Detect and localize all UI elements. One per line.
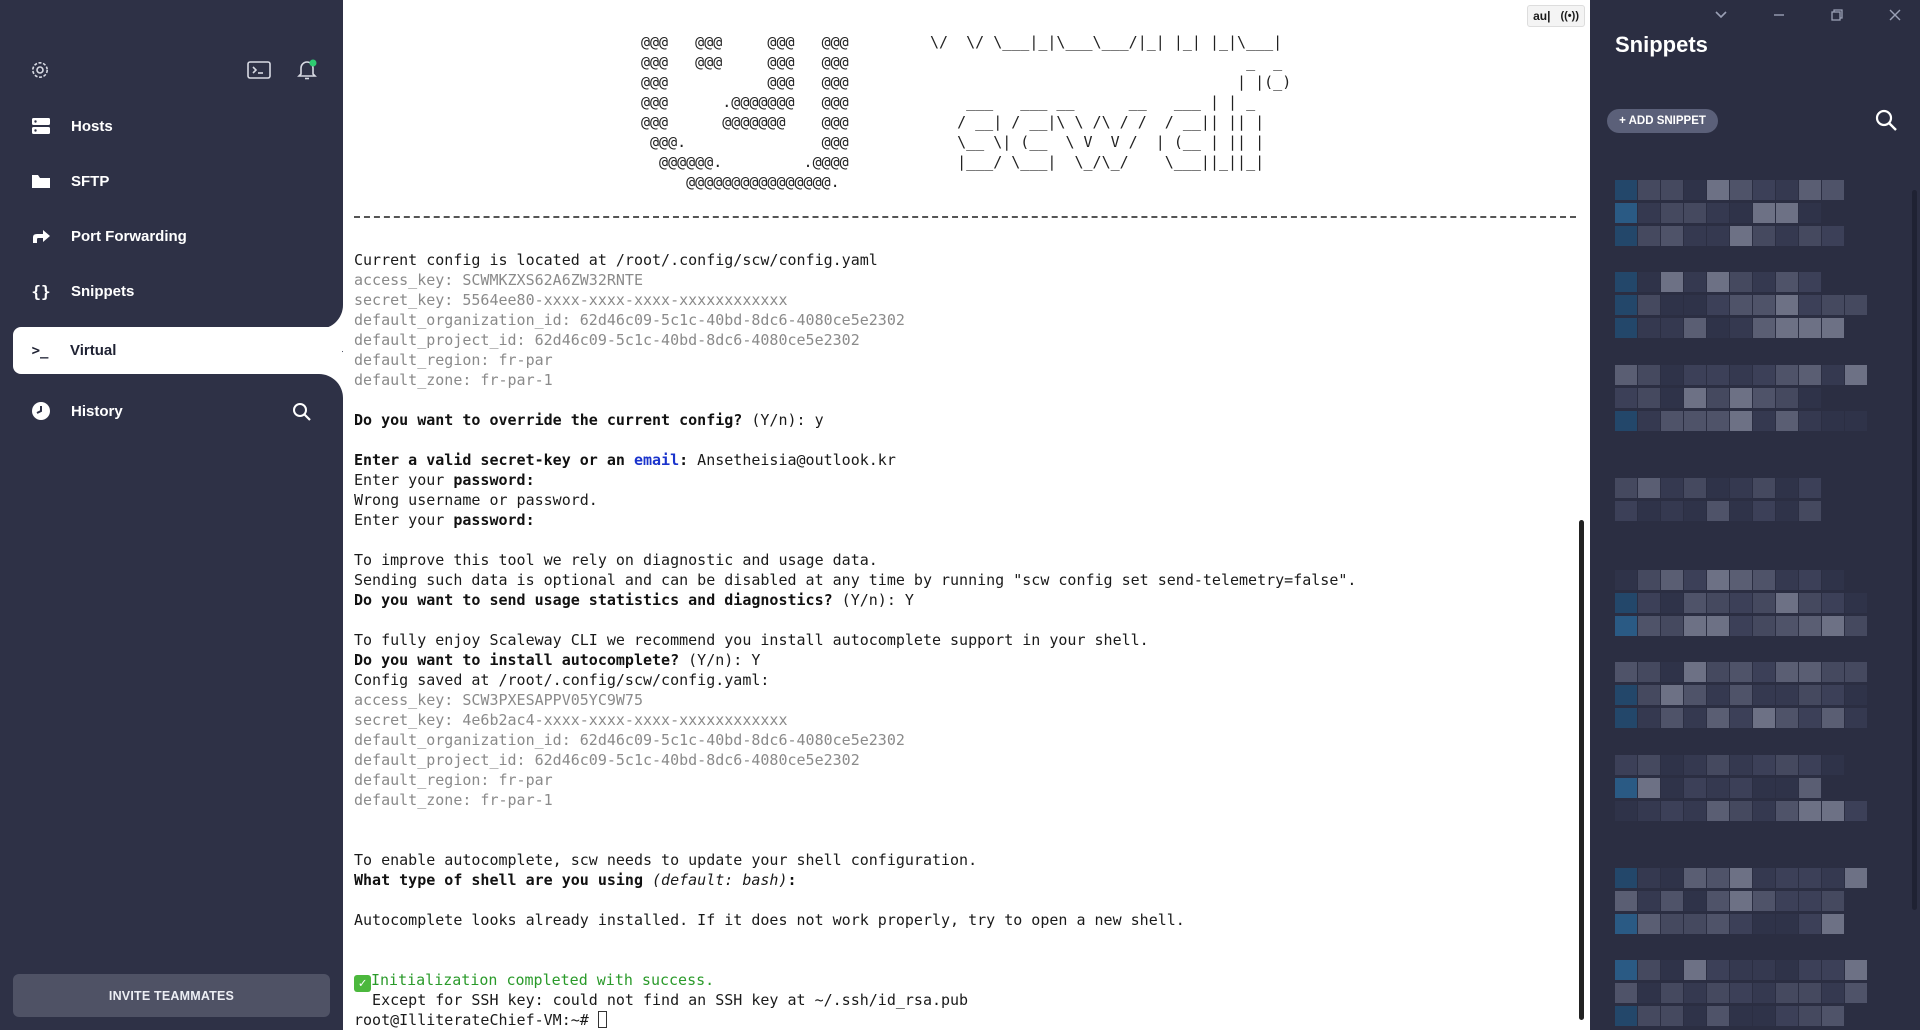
terminal-line: What type of shell are you using (defaul… (354, 871, 797, 889)
keyboard-layout-badge[interactable]: au| (1528, 9, 1555, 23)
nav-label: History (71, 402, 123, 420)
snippet-card[interactable] (1615, 272, 1871, 352)
close-icon[interactable] (1882, 4, 1908, 26)
settings-gear-icon[interactable] (27, 57, 53, 83)
sidebar: Hosts SFTP Port Forwarding {} Snippets >… (0, 0, 343, 1030)
snippet-card[interactable] (1615, 960, 1871, 1030)
chevron-down-icon[interactable] (1708, 4, 1734, 26)
terminal-line: default_organization_id: 62d46c09-5c1c-4… (354, 731, 905, 749)
nav-label: Snippets (71, 282, 135, 300)
terminal-line: Do you want to send usage statistics and… (354, 591, 914, 609)
search-icon[interactable] (1874, 108, 1900, 134)
terminal-line: Current config is located at /root/.conf… (354, 251, 878, 269)
terminal-line: Do you want to install autocomplete? (Y/… (354, 651, 761, 669)
snippet-card[interactable] (1615, 868, 1871, 948)
nav-label: SFTP (71, 172, 110, 190)
snippets-panel: Snippets + ADD SNIPPET (1590, 0, 1920, 1030)
clock-icon (30, 400, 52, 422)
history-search-icon[interactable] (289, 399, 315, 425)
ascii-logo-left: @@@ @@@ @@@ @@@ @@@ @@@ @@@ @@@ @@@ @@@ … (641, 33, 849, 191)
terminal-line: access_key: SCW3PXESAPPV05YC9W75 (354, 691, 643, 709)
keyboard-status-badges[interactable]: au| ((•)) (1527, 5, 1585, 27)
nav-label: Virtual (70, 342, 117, 359)
snippet-card[interactable] (1615, 662, 1871, 742)
snippet-card[interactable] (1615, 180, 1871, 260)
ascii-logo-right: \/ \/ \___|_|\___\___/|_| |_| |_|\___| _… (930, 33, 1292, 171)
terminal-line: Autocomplete looks already installed. If… (354, 911, 1185, 929)
hosts-icon (30, 115, 52, 137)
folder-icon (30, 170, 52, 192)
terminal-line: access_key: SCWMKZXS62A6ZW32RNTE (354, 271, 643, 289)
nav-sftp[interactable]: SFTP (14, 159, 343, 203)
active-tab-curve-top (319, 305, 343, 329)
terminal-output: Current config is located at /root/.conf… (354, 250, 1574, 1030)
terminal-line: default_project_id: 62d46c09-5c1c-40bd-8… (354, 751, 860, 769)
terminal-line: To fully enjoy Scaleway CLI we recommend… (354, 631, 1149, 649)
separator-line (354, 216, 1576, 218)
terminal-line: Enter a valid secret-key or an email: An… (354, 451, 896, 469)
terminal-line: default_region: fr-par (354, 351, 553, 369)
terminal-cursor (597, 1011, 607, 1028)
port-forwarding-icon (30, 225, 52, 247)
snippet-card[interactable] (1615, 570, 1871, 650)
add-snippet-button[interactable]: + ADD SNIPPET (1607, 109, 1718, 133)
terminal-line: default_project_id: 62d46c09-5c1c-40bd-8… (354, 331, 860, 349)
terminal-line: Except for SSH key: could not find an SS… (354, 991, 969, 1009)
active-tab-curve-bottom (319, 374, 343, 398)
terminal-window-icon[interactable] (246, 57, 272, 83)
nav-history[interactable]: History (14, 389, 314, 433)
terminal-line: ✓ Initialization completed with success. (354, 970, 1574, 992)
terminal-line: default_zone: fr-par-1 (354, 791, 553, 809)
terminal-line: default_zone: fr-par-1 (354, 371, 553, 389)
terminal-line: Enter your password: (354, 471, 535, 489)
terminal-line: Enter your password: (354, 511, 535, 529)
terminal-line: default_organization_id: 62d46c09-5c1c-4… (354, 311, 905, 329)
terminal-line: Config saved at /root/.config/scw/config… (354, 671, 770, 689)
terminal-line: secret_key: 5564ee80-xxxx-xxxx-xxxx-xxxx… (354, 291, 788, 309)
restore-icon[interactable] (1824, 4, 1850, 26)
minimize-icon[interactable] (1766, 4, 1792, 26)
snippet-card[interactable] (1615, 478, 1871, 558)
nav-label: Hosts (71, 117, 113, 135)
terminal-line: To improve this tool we rely on diagnost… (354, 551, 878, 569)
braces-icon: {} (31, 281, 51, 301)
invite-teammates-button[interactable]: INVITE TEAMMATES (13, 974, 330, 1017)
terminal-line: root@IlliterateChief-VM:~# (354, 1010, 1574, 1030)
nav-label: Port Forwarding (71, 227, 187, 245)
snippets-scrollbar[interactable] (1912, 190, 1917, 910)
snippets-title: Snippets (1615, 32, 1708, 57)
terminal-line: secret_key: 4e6b2ac4-xxxx-xxxx-xxxx-xxxx… (354, 711, 788, 729)
snippet-card[interactable] (1615, 755, 1871, 835)
nav-snippets[interactable]: {} Snippets (14, 269, 343, 313)
broadcast-icon[interactable]: ((•)) (1555, 10, 1584, 22)
nav-port-forwarding[interactable]: Port Forwarding (14, 214, 343, 258)
nav-hosts[interactable]: Hosts (14, 104, 343, 148)
snippet-card[interactable] (1615, 365, 1871, 445)
notification-bell-icon[interactable] (294, 56, 320, 82)
terminal-scrollbar[interactable] (1579, 520, 1584, 1020)
terminal-line: default_region: fr-par (354, 771, 553, 789)
terminal-prompt-icon: >_ (31, 342, 49, 359)
terminal-line: Sending such data is optional and can be… (354, 571, 1357, 589)
terminal-line: To enable autocomplete, scw needs to upd… (354, 851, 978, 869)
terminal-line: Do you want to override the current conf… (354, 411, 824, 429)
terminal-pane[interactable]: @@@ @@@ @@@ @@@ @@@ @@@ @@@ @@@ @@@ @@@ … (343, 0, 1590, 1030)
nav-virtual[interactable]: >_ Virtual (13, 327, 342, 374)
terminal-line: Wrong username or password. (354, 491, 598, 509)
